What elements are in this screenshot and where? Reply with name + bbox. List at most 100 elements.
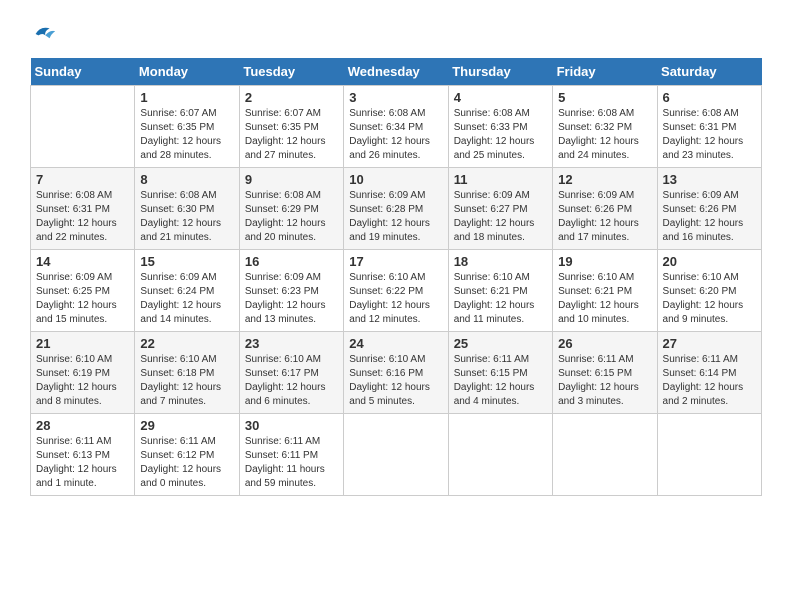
day-info: Sunrise: 6:11 AM Sunset: 6:15 PM Dayligh… — [454, 353, 547, 409]
calendar-table: SundayMondayTuesdayWednesdayThursdayFrid… — [30, 58, 762, 496]
calendar-cell — [448, 414, 552, 496]
day-info: Sunrise: 6:10 AM Sunset: 6:21 PM Dayligh… — [558, 271, 651, 327]
day-info: Sunrise: 6:09 AM Sunset: 6:28 PM Dayligh… — [349, 189, 442, 245]
calendar-cell: 3 Sunrise: 6:08 AM Sunset: 6:34 PM Daylig… — [344, 86, 448, 168]
day-number: 23 — [245, 336, 338, 351]
day-info: Sunrise: 6:07 AM Sunset: 6:35 PM Dayligh… — [140, 107, 233, 163]
day-info: Sunrise: 6:09 AM Sunset: 6:26 PM Dayligh… — [558, 189, 651, 245]
calendar-cell: 1 Sunrise: 6:07 AM Sunset: 6:35 PM Daylig… — [135, 86, 239, 168]
calendar-week-5: 28 Sunrise: 6:11 AM Sunset: 6:13 PM Dayli… — [31, 414, 762, 496]
day-number: 6 — [663, 90, 756, 105]
calendar-cell: 14 Sunrise: 6:09 AM Sunset: 6:25 PM Dayli… — [31, 250, 135, 332]
calendar-cell: 25Sunrise: 6:11 AM Sunset: 6:15 PM Dayli… — [448, 332, 552, 414]
calendar-week-3: 14 Sunrise: 6:09 AM Sunset: 6:25 PM Dayli… — [31, 250, 762, 332]
day-info: Sunrise: 6:10 AM Sunset: 6:22 PM Dayligh… — [349, 271, 442, 327]
calendar-cell: 11Sunrise: 6:09 AM Sunset: 6:27 PM Dayli… — [448, 168, 552, 250]
day-info: Sunrise: 6:08 AM Sunset: 6:29 PM Dayligh… — [245, 189, 338, 245]
day-number: 17 — [349, 254, 442, 269]
day-number: 22 — [140, 336, 233, 351]
logo-bird-icon — [30, 20, 58, 48]
calendar-cell: 17 Sunrise: 6:10 AM Sunset: 6:22 PM Dayli… — [344, 250, 448, 332]
day-info: Sunrise: 6:09 AM Sunset: 6:25 PM Dayligh… — [36, 271, 129, 327]
calendar-cell: 28 Sunrise: 6:11 AM Sunset: 6:13 PM Dayli… — [31, 414, 135, 496]
day-number: 21 — [36, 336, 129, 351]
calendar-cell: 5 Sunrise: 6:08 AM Sunset: 6:32 PM Daylig… — [553, 86, 657, 168]
day-number: 28 — [36, 418, 129, 433]
calendar-cell: 26 Sunrise: 6:11 AM Sunset: 6:15 PM Dayli… — [553, 332, 657, 414]
calendar-cell — [553, 414, 657, 496]
weekday-header-thursday: Thursday — [448, 58, 552, 86]
day-number: 13 — [663, 172, 756, 187]
calendar-cell: 20Sunrise: 6:10 AM Sunset: 6:20 PM Dayli… — [657, 250, 761, 332]
day-number: 27 — [663, 336, 756, 351]
day-info: Sunrise: 6:10 AM Sunset: 6:21 PM Dayligh… — [454, 271, 547, 327]
day-info: Sunrise: 6:11 AM Sunset: 6:11 PM Dayligh… — [245, 435, 338, 491]
day-info: Sunrise: 6:08 AM Sunset: 6:34 PM Dayligh… — [349, 107, 442, 163]
calendar-cell: 18 Sunrise: 6:10 AM Sunset: 6:21 PM Dayli… — [448, 250, 552, 332]
calendar-header: SundayMondayTuesdayWednesdayThursdayFrid… — [31, 58, 762, 86]
calendar-cell: 22 Sunrise: 6:10 AM Sunset: 6:18 PM Dayli… — [135, 332, 239, 414]
day-info: Sunrise: 6:11 AM Sunset: 6:13 PM Dayligh… — [36, 435, 129, 491]
calendar-cell: 13 Sunrise: 6:09 AM Sunset: 6:26 PM Dayli… — [657, 168, 761, 250]
calendar-cell: 15Sunrise: 6:09 AM Sunset: 6:24 PM Dayli… — [135, 250, 239, 332]
weekday-header-sunday: Sunday — [31, 58, 135, 86]
calendar-week-4: 21 Sunrise: 6:10 AM Sunset: 6:19 PM Dayli… — [31, 332, 762, 414]
page-header — [30, 20, 762, 48]
day-info: Sunrise: 6:09 AM Sunset: 6:26 PM Dayligh… — [663, 189, 756, 245]
weekday-header-saturday: Saturday — [657, 58, 761, 86]
day-number: 9 — [245, 172, 338, 187]
calendar-cell: 19 Sunrise: 6:10 AM Sunset: 6:21 PM Dayli… — [553, 250, 657, 332]
day-info: Sunrise: 6:09 AM Sunset: 6:23 PM Dayligh… — [245, 271, 338, 327]
day-number: 24 — [349, 336, 442, 351]
day-number: 1 — [140, 90, 233, 105]
day-number: 19 — [558, 254, 651, 269]
weekday-header-friday: Friday — [553, 58, 657, 86]
day-number: 3 — [349, 90, 442, 105]
calendar-cell: 27 Sunrise: 6:11 AM Sunset: 6:14 PM Dayli… — [657, 332, 761, 414]
day-info: Sunrise: 6:08 AM Sunset: 6:31 PM Dayligh… — [36, 189, 129, 245]
day-number: 29 — [140, 418, 233, 433]
day-number: 30 — [245, 418, 338, 433]
day-number: 14 — [36, 254, 129, 269]
day-info: Sunrise: 6:08 AM Sunset: 6:32 PM Dayligh… — [558, 107, 651, 163]
day-number: 5 — [558, 90, 651, 105]
calendar-cell: 29 Sunrise: 6:11 AM Sunset: 6:12 PM Dayli… — [135, 414, 239, 496]
calendar-cell: 9 Sunrise: 6:08 AM Sunset: 6:29 PM Daylig… — [239, 168, 343, 250]
calendar-cell: 16 Sunrise: 6:09 AM Sunset: 6:23 PM Dayli… — [239, 250, 343, 332]
day-info: Sunrise: 6:11 AM Sunset: 6:12 PM Dayligh… — [140, 435, 233, 491]
day-info: Sunrise: 6:11 AM Sunset: 6:15 PM Dayligh… — [558, 353, 651, 409]
day-info: Sunrise: 6:10 AM Sunset: 6:19 PM Dayligh… — [36, 353, 129, 409]
day-info: Sunrise: 6:07 AM Sunset: 6:35 PM Dayligh… — [245, 107, 338, 163]
calendar-cell: 6 Sunrise: 6:08 AM Sunset: 6:31 PM Daylig… — [657, 86, 761, 168]
day-info: Sunrise: 6:10 AM Sunset: 6:18 PM Dayligh… — [140, 353, 233, 409]
day-info: Sunrise: 6:09 AM Sunset: 6:24 PM Dayligh… — [140, 271, 233, 327]
logo — [30, 20, 62, 48]
day-info: Sunrise: 6:08 AM Sunset: 6:31 PM Dayligh… — [663, 107, 756, 163]
day-info: Sunrise: 6:10 AM Sunset: 6:17 PM Dayligh… — [245, 353, 338, 409]
day-number: 26 — [558, 336, 651, 351]
calendar-cell: 23 Sunrise: 6:10 AM Sunset: 6:17 PM Dayli… — [239, 332, 343, 414]
day-info: Sunrise: 6:11 AM Sunset: 6:14 PM Dayligh… — [663, 353, 756, 409]
day-number: 20 — [663, 254, 756, 269]
calendar-cell — [344, 414, 448, 496]
day-number: 10 — [349, 172, 442, 187]
day-info: Sunrise: 6:10 AM Sunset: 6:16 PM Dayligh… — [349, 353, 442, 409]
calendar-cell: 8 Sunrise: 6:08 AM Sunset: 6:30 PM Daylig… — [135, 168, 239, 250]
calendar-week-1: 1 Sunrise: 6:07 AM Sunset: 6:35 PM Daylig… — [31, 86, 762, 168]
calendar-cell — [657, 414, 761, 496]
calendar-cell: 4Sunrise: 6:08 AM Sunset: 6:33 PM Daylig… — [448, 86, 552, 168]
day-number: 12 — [558, 172, 651, 187]
day-info: Sunrise: 6:08 AM Sunset: 6:30 PM Dayligh… — [140, 189, 233, 245]
day-info: Sunrise: 6:09 AM Sunset: 6:27 PM Dayligh… — [454, 189, 547, 245]
calendar-cell: 7 Sunrise: 6:08 AM Sunset: 6:31 PM Daylig… — [31, 168, 135, 250]
weekday-header-tuesday: Tuesday — [239, 58, 343, 86]
day-number: 18 — [454, 254, 547, 269]
day-number: 16 — [245, 254, 338, 269]
calendar-cell — [31, 86, 135, 168]
calendar-cell: 12 Sunrise: 6:09 AM Sunset: 6:26 PM Dayli… — [553, 168, 657, 250]
day-number: 7 — [36, 172, 129, 187]
calendar-cell: 2 Sunrise: 6:07 AM Sunset: 6:35 PM Daylig… — [239, 86, 343, 168]
day-number: 8 — [140, 172, 233, 187]
day-number: 2 — [245, 90, 338, 105]
day-info: Sunrise: 6:08 AM Sunset: 6:33 PM Dayligh… — [454, 107, 547, 163]
